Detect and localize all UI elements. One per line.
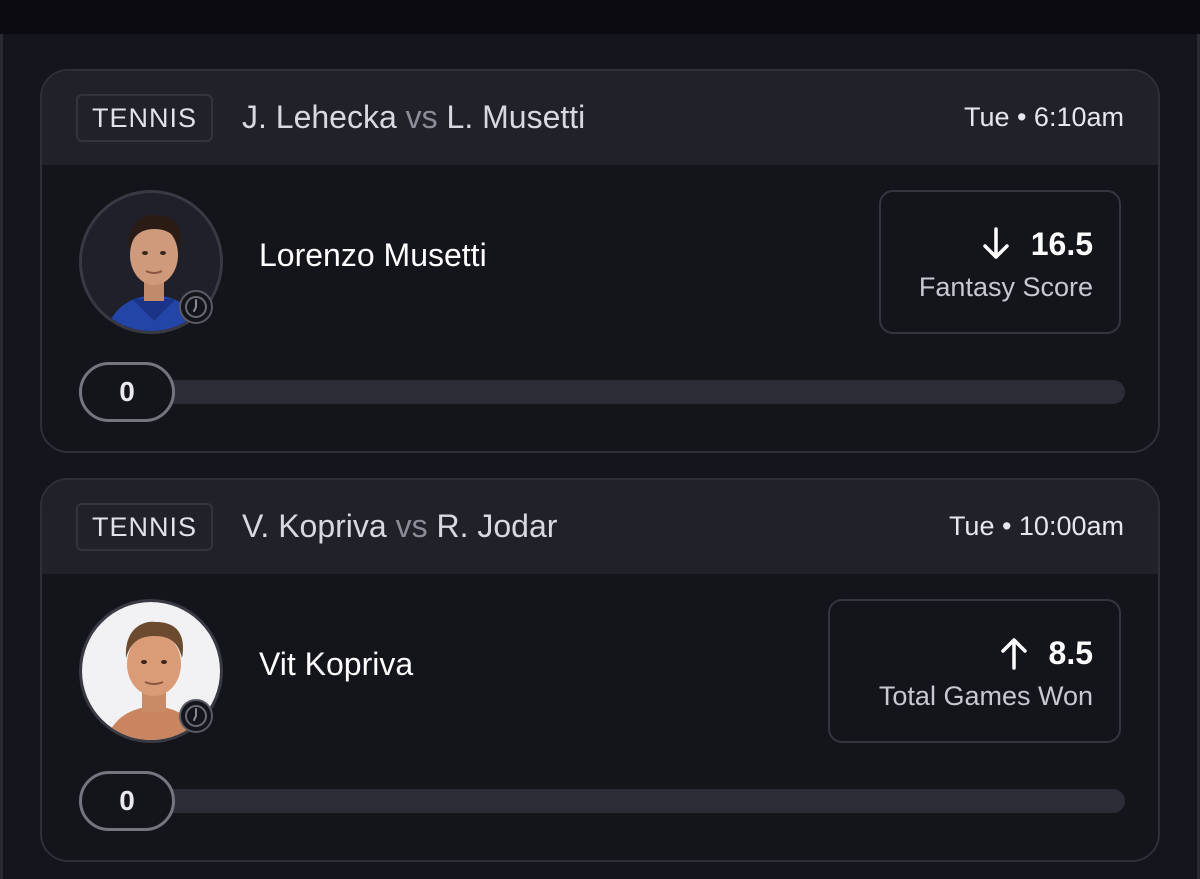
vs-label: vs	[405, 99, 438, 135]
top-bar	[0, 0, 1200, 34]
game-time: Tue • 6:10am	[963, 102, 1124, 132]
player-name: Vit Kopriva	[259, 646, 414, 682]
projection-line: 8.5	[856, 631, 1093, 675]
pick-card[interactable]: TENNIS V. Kopriva vs R. Jodar Tue • 10:0…	[40, 478, 1160, 862]
card-header: TENNIS V. Kopriva vs R. Jodar Tue • 10:0…	[42, 480, 1158, 574]
progress-track	[79, 380, 1125, 404]
line-value: 16.5	[1030, 225, 1093, 262]
current-value-pill: 0	[79, 771, 175, 831]
player-avatar-wrap	[79, 599, 223, 743]
sport-badge: TENNIS	[76, 94, 214, 142]
pick-card[interactable]: TENNIS J. Lehecka vs L. Musetti Tue • 6:…	[40, 69, 1160, 453]
progress-track	[79, 789, 1125, 813]
player-one: J. Lehecka	[242, 99, 397, 135]
line-value: 8.5	[1048, 634, 1093, 671]
game-time: Tue • 10:00am	[948, 511, 1124, 541]
player-name: Lorenzo Musetti	[259, 237, 487, 273]
player-two: L. Musetti	[446, 99, 586, 135]
player-one: V. Kopriva	[242, 508, 387, 544]
clock-icon	[179, 290, 213, 324]
left-edge	[0, 34, 3, 879]
clock-icon	[179, 699, 213, 733]
arrow-up-icon	[1000, 638, 1027, 670]
player-avatar-wrap	[79, 190, 223, 334]
matchup: V. Kopriva vs R. Jodar	[242, 508, 557, 545]
projection-box[interactable]: 16.5 Fantasy Score	[879, 190, 1121, 334]
matchup: J. Lehecka vs L. Musetti	[242, 99, 585, 136]
vs-label: vs	[395, 508, 428, 544]
stat-label: Fantasy Score	[918, 272, 1093, 302]
stat-label: Total Games Won	[878, 681, 1093, 711]
projection-line: 16.5	[907, 222, 1093, 266]
card-header: TENNIS J. Lehecka vs L. Musetti Tue • 6:…	[42, 71, 1158, 165]
sport-badge: TENNIS	[76, 503, 214, 551]
arrow-down-icon	[982, 227, 1009, 259]
current-value-pill: 0	[79, 362, 175, 422]
projection-box[interactable]: 8.5 Total Games Won	[828, 599, 1121, 743]
player-two: R. Jodar	[436, 508, 558, 544]
